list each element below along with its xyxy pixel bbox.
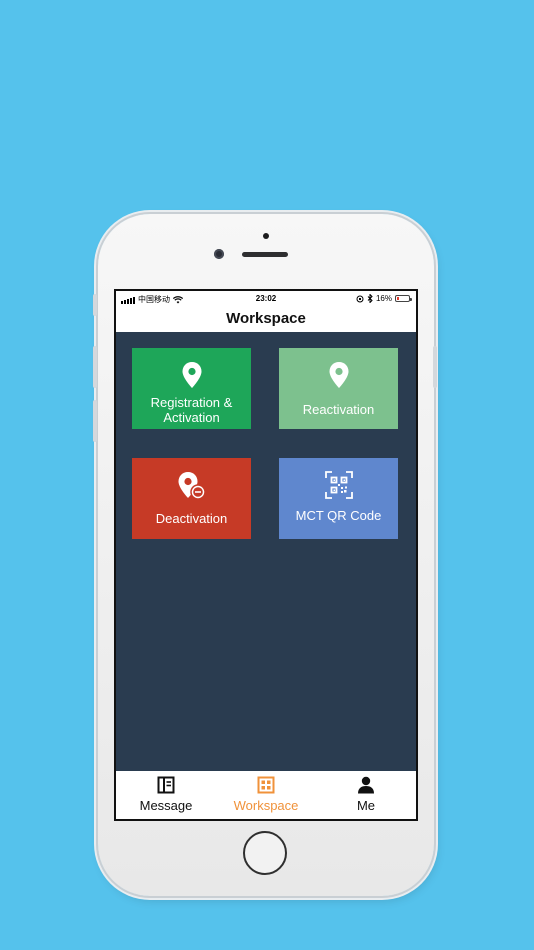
tab-label: Message bbox=[139, 798, 193, 813]
status-bar: 中国移动 23:02 16% bbox=[116, 291, 416, 308]
proximity-sensor bbox=[263, 233, 269, 239]
battery-icon bbox=[395, 295, 412, 302]
person-icon bbox=[358, 776, 374, 794]
power-button bbox=[433, 346, 437, 388]
orientation-lock-icon bbox=[356, 295, 364, 302]
tab-me[interactable]: Me bbox=[316, 771, 416, 819]
tile-label: MCT QR Code bbox=[295, 508, 382, 523]
mct-qr-code-tile[interactable]: MCT QR Code bbox=[279, 458, 398, 539]
tab-label: Me bbox=[356, 798, 376, 813]
tile-label: Deactivation bbox=[155, 511, 228, 526]
mute-switch bbox=[93, 294, 97, 316]
location-pin-icon bbox=[329, 362, 348, 388]
location-pin-icon bbox=[182, 362, 201, 388]
app-screen: 中国移动 23:02 16% Workspace Registration & … bbox=[116, 291, 416, 819]
earpiece-speaker bbox=[242, 252, 288, 257]
workspace-grid-icon bbox=[257, 776, 275, 794]
battery-percent: 16% bbox=[375, 294, 392, 303]
phone-frame: 中国移动 23:02 16% Workspace Registration & … bbox=[93, 214, 437, 896]
volume-up-button bbox=[93, 346, 97, 388]
bluetooth-icon bbox=[367, 294, 373, 303]
location-pin-minus-icon bbox=[178, 472, 206, 500]
tile-label: Reactivation bbox=[302, 402, 375, 417]
registration-activation-tile[interactable]: Registration & Activation bbox=[132, 348, 251, 429]
nav-title: Workspace bbox=[116, 308, 416, 332]
tile-label: Registration & Activation bbox=[150, 395, 233, 425]
home-button[interactable] bbox=[243, 831, 287, 875]
volume-down-button bbox=[93, 400, 97, 442]
message-book-icon bbox=[157, 776, 175, 794]
tab-workspace[interactable]: Workspace bbox=[216, 771, 316, 819]
tab-message[interactable]: Message bbox=[116, 771, 216, 819]
tab-label: Workspace bbox=[233, 798, 299, 813]
tab-bar: Message Workspace Me bbox=[116, 771, 416, 819]
reactivation-tile[interactable]: Reactivation bbox=[279, 348, 398, 429]
deactivation-tile[interactable]: Deactivation bbox=[132, 458, 251, 539]
qr-code-icon bbox=[324, 471, 353, 499]
front-camera bbox=[214, 249, 224, 259]
